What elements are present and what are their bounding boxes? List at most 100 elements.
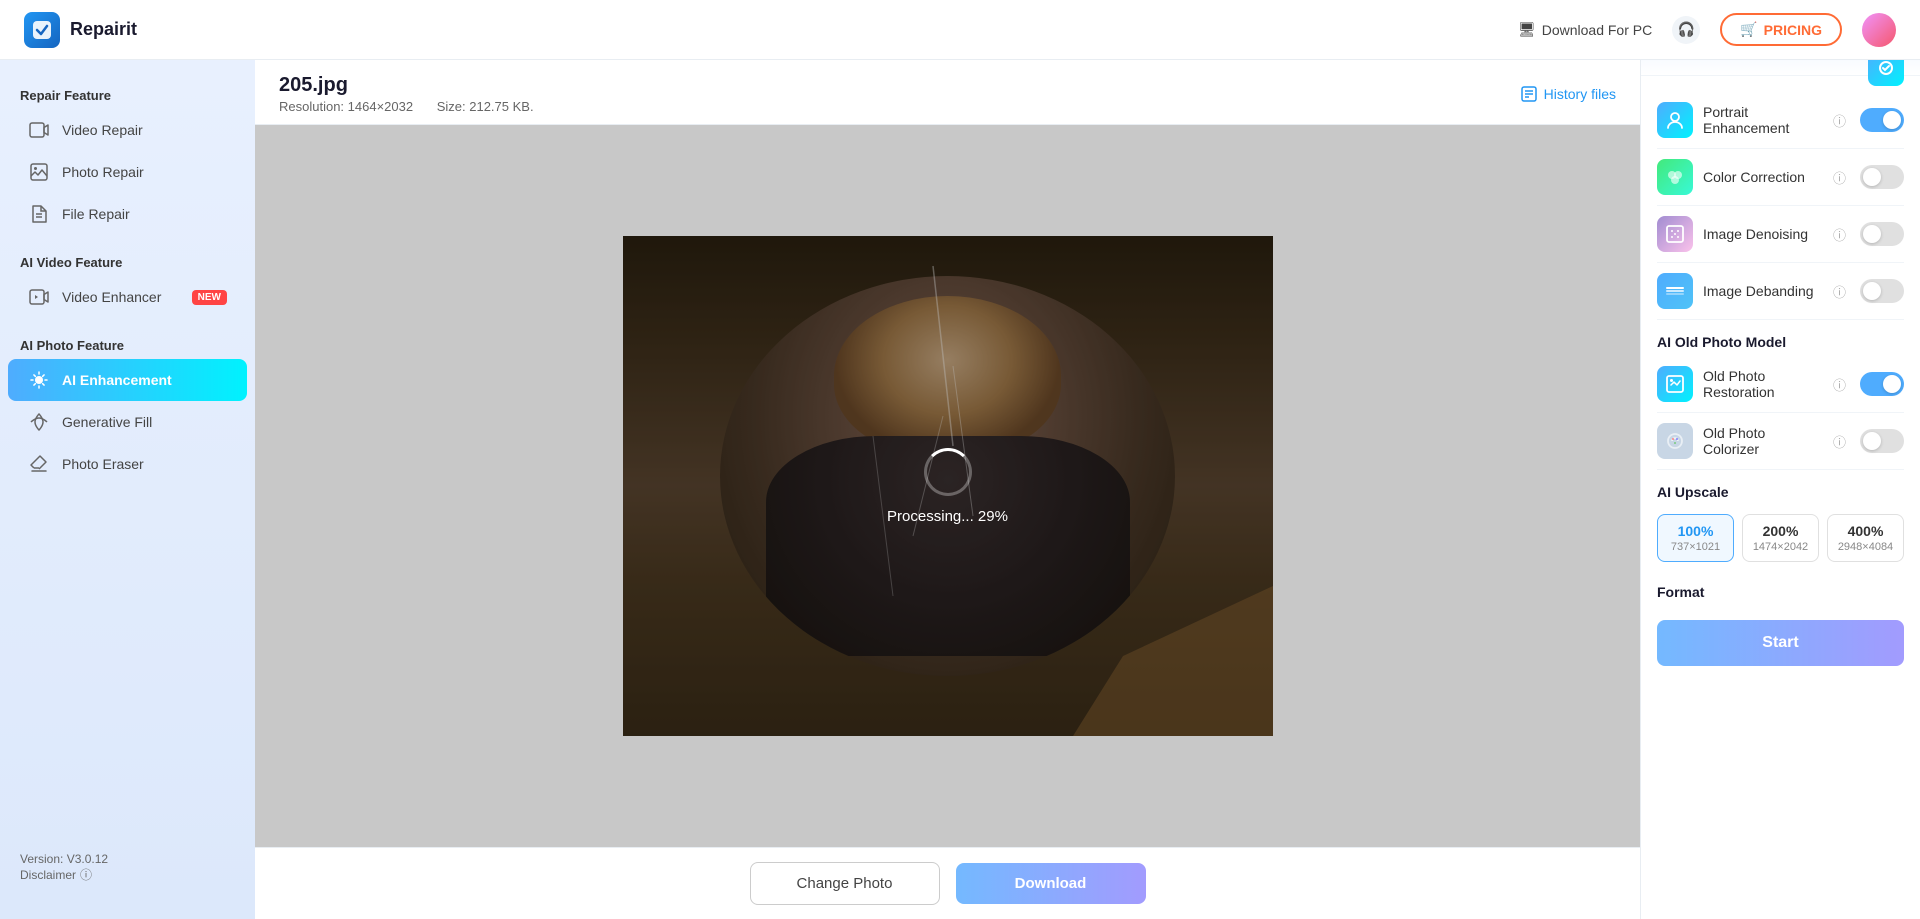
start-button[interactable]: Start	[1657, 620, 1904, 666]
color-correction-row: Color Correction ⓘ	[1657, 149, 1904, 206]
disclaimer-link[interactable]: Disclaimer ⓘ	[20, 866, 235, 883]
upscale-400-button[interactable]: 400% 2948×4084	[1827, 514, 1904, 562]
portrait-enhancement-label: Portrait Enhancement	[1703, 104, 1823, 136]
format-title: Format	[1657, 576, 1904, 610]
right-panel-inner: Portrait Enhancement ⓘ Color Correction …	[1641, 76, 1920, 682]
action-bar: Change Photo Download	[255, 847, 1640, 919]
portrait-info-icon[interactable]: ⓘ	[1833, 111, 1846, 130]
sidebar-item-video-enhancer[interactable]: Video Enhancer NEW	[8, 276, 247, 318]
upscale-100-pct: 100%	[1662, 523, 1729, 539]
monitor-icon: 🖥	[1518, 21, 1536, 38]
change-photo-button[interactable]: Change Photo	[750, 862, 940, 905]
video-enhancer-label: Video Enhancer	[62, 289, 161, 305]
pricing-button[interactable]: 🛒 PRICING	[1720, 13, 1842, 46]
old-photo-colorizer-icon	[1657, 423, 1693, 459]
file-repair-label: File Repair	[62, 206, 130, 222]
ai-upscale-title: AI Upscale	[1657, 470, 1904, 506]
old-photo-colorizer-label: Old Photo Colorizer	[1703, 425, 1823, 457]
new-badge: NEW	[192, 290, 227, 305]
generative-fill-icon	[28, 411, 50, 433]
app-title: Repairit	[70, 19, 137, 40]
header-right: 🖥 Download For PC 🎧 🛒 PRICING	[1518, 13, 1896, 47]
portrait-enhancement-toggle[interactable]	[1860, 108, 1904, 132]
upscale-200-dim: 1474×2042	[1747, 541, 1814, 553]
denoising-info-icon[interactable]: ⓘ	[1833, 225, 1846, 244]
download-button[interactable]: Download	[956, 863, 1146, 904]
sidebar-item-photo-repair[interactable]: Photo Repair	[8, 151, 247, 193]
sidebar-section-ai-video: AI Video Feature	[0, 247, 255, 276]
photo-eraser-label: Photo Eraser	[62, 456, 144, 472]
image-denoising-row: Image Denoising ⓘ	[1657, 206, 1904, 263]
file-name: 205.jpg	[279, 74, 554, 97]
sidebar-item-ai-enhancement[interactable]: AI Enhancement	[8, 359, 247, 401]
header-left: Repairit	[24, 12, 137, 48]
image-debanding-label: Image Debanding	[1703, 283, 1823, 299]
portrait-enhancement-row: Portrait Enhancement ⓘ	[1657, 92, 1904, 149]
old-photo-colorizer-toggle[interactable]	[1860, 429, 1904, 453]
portrait-enhancement-icon	[1657, 102, 1693, 138]
workspace: Processing... 29%	[255, 125, 1640, 847]
upscale-100-button[interactable]: 100% 737×1021	[1657, 514, 1734, 562]
file-size: Size: 212.75 KB.	[437, 99, 534, 114]
video-enhancer-icon	[28, 286, 50, 308]
upscale-100-dim: 737×1021	[1662, 541, 1729, 553]
old-photo-colorizer-row: Old Photo Colorizer ⓘ	[1657, 413, 1904, 470]
right-panel: Portrait Enhancement ⓘ Color Correction …	[1640, 60, 1920, 919]
info-icon: ⓘ	[80, 866, 92, 883]
sidebar-item-generative-fill[interactable]: Generative Fill	[8, 401, 247, 443]
upscale-400-pct: 400%	[1832, 523, 1899, 539]
upscale-400-dim: 2948×4084	[1832, 541, 1899, 553]
image-debanding-toggle[interactable]	[1860, 279, 1904, 303]
image-denoising-toggle[interactable]	[1860, 222, 1904, 246]
photo-eraser-icon	[28, 453, 50, 475]
header: Repairit 🖥 Download For PC 🎧 🛒 PRICING	[0, 0, 1920, 60]
photo-repair-label: Photo Repair	[62, 164, 144, 180]
sidebar-section-repair: Repair Feature	[0, 80, 255, 109]
file-info-left: 205.jpg Resolution: 1464×2032 Size: 212.…	[279, 74, 554, 114]
file-resolution: Resolution: 1464×2032	[279, 99, 413, 114]
processing-text: Processing... 29%	[887, 508, 1008, 525]
restoration-info-icon[interactable]: ⓘ	[1833, 375, 1846, 394]
debanding-info-icon[interactable]: ⓘ	[1833, 282, 1846, 301]
main-layout: Repair Feature Video Repair Photo Repair	[0, 60, 1920, 919]
color-correction-label: Color Correction	[1703, 169, 1823, 185]
image-container: Processing... 29%	[255, 125, 1640, 847]
color-correction-info-icon[interactable]: ⓘ	[1833, 168, 1846, 187]
right-panel-top-stub	[1641, 60, 1920, 76]
app-logo-icon	[24, 12, 60, 48]
sidebar-item-video-repair[interactable]: Video Repair	[8, 109, 247, 151]
upscale-200-pct: 200%	[1747, 523, 1814, 539]
help-icon-button[interactable]: 🎧	[1672, 16, 1700, 44]
sidebar-item-file-repair[interactable]: File Repair	[8, 193, 247, 235]
user-avatar[interactable]	[1862, 13, 1896, 47]
content-area: 205.jpg Resolution: 1464×2032 Size: 212.…	[255, 60, 1640, 919]
color-correction-toggle[interactable]	[1860, 165, 1904, 189]
video-repair-label: Video Repair	[62, 122, 143, 138]
upscale-200-button[interactable]: 200% 1474×2042	[1742, 514, 1819, 562]
generative-fill-label: Generative Fill	[62, 414, 152, 430]
file-repair-icon	[28, 203, 50, 225]
processing-overlay: Processing... 29%	[623, 236, 1273, 736]
file-meta: Resolution: 1464×2032 Size: 212.75 KB.	[279, 99, 554, 114]
image-denoising-label: Image Denoising	[1703, 226, 1823, 242]
image-denoising-icon	[1657, 216, 1693, 252]
video-repair-icon	[28, 119, 50, 141]
old-photo-restoration-label: Old Photo Restoration	[1703, 368, 1823, 400]
history-files-button[interactable]: History files	[1520, 85, 1616, 103]
colorizer-info-icon[interactable]: ⓘ	[1833, 432, 1846, 451]
file-info-bar: 205.jpg Resolution: 1464×2032 Size: 212.…	[255, 60, 1640, 125]
old-photo-restoration-icon	[1657, 366, 1693, 402]
upscale-options: 100% 737×1021 200% 1474×2042 400% 2948×4…	[1657, 514, 1904, 562]
color-correction-icon	[1657, 159, 1693, 195]
ai-enhancement-label: AI Enhancement	[62, 372, 172, 388]
sidebar-item-photo-eraser[interactable]: Photo Eraser	[8, 443, 247, 485]
old-photo-restoration-toggle[interactable]	[1860, 372, 1904, 396]
old-photo-restoration-row: Old Photo Restoration ⓘ	[1657, 356, 1904, 413]
photo-display: Processing... 29%	[623, 236, 1273, 736]
sidebar-section-ai-photo: AI Photo Feature	[0, 330, 255, 359]
cart-icon: 🛒	[1740, 21, 1757, 38]
image-debanding-row: Image Debanding ⓘ	[1657, 263, 1904, 320]
history-icon	[1520, 85, 1538, 103]
download-pc-button[interactable]: 🖥 Download For PC	[1518, 21, 1652, 38]
ai-old-photo-title: AI Old Photo Model	[1657, 320, 1904, 356]
